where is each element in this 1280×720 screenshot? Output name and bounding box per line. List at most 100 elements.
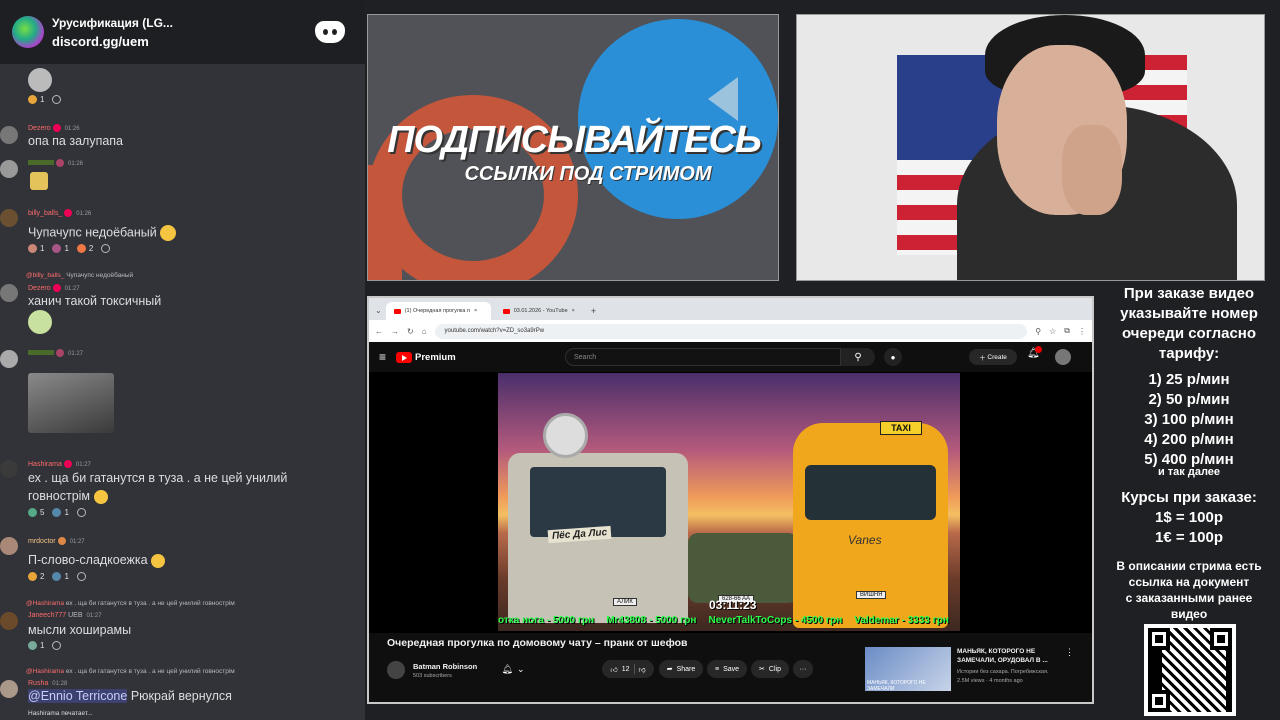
close-icon[interactable]: × [474, 308, 477, 314]
order-instructions: При заказе видео указывайте номер очереди … [1120, 285, 1258, 362]
banner-headline: ПОДПИСЫВАЙТЕСЬ [387, 119, 762, 161]
username[interactable]: Hashirama 01:27 [28, 460, 91, 468]
clip-button[interactable]: ✂ Clip [751, 660, 789, 678]
avatar[interactable] [0, 460, 18, 478]
username[interactable]: Dezero 01:27 [28, 284, 80, 292]
message-text: @Ennio Terricone Рюкрай вернулся [28, 689, 232, 703]
add-reaction-icon[interactable] [76, 508, 86, 517]
username[interactable]: mrdoctor 01:27 [28, 537, 85, 545]
username[interactable]: Rusha 01:28 [28, 680, 67, 687]
create-button[interactable]: ＋ Create [969, 349, 1017, 365]
channel-name[interactable]: Batman Robinson [413, 662, 477, 671]
thumbs-down-icon[interactable]: 👎︎ [639, 665, 646, 674]
add-reaction-icon[interactable] [52, 641, 62, 650]
scissors-icon: ✂ [759, 666, 765, 673]
username[interactable]: billy_balls_ 01:26 [28, 209, 91, 217]
avatar[interactable] [0, 209, 18, 227]
chat-header: Урусификация (LG... discord.gg/uem [0, 0, 365, 64]
home-icon[interactable]: ⌂ [422, 327, 427, 336]
star-icon[interactable]: ☆ [1049, 327, 1056, 336]
reaction[interactable]: 1 [52, 508, 69, 517]
avatar[interactable] [0, 680, 18, 698]
reaction[interactable]: 2 [76, 244, 93, 253]
tab-youtube-date[interactable]: 03.01.2026 - YouTube × [495, 302, 583, 320]
microphone-icon[interactable]: ● [884, 348, 902, 366]
more-vert-icon[interactable]: ⋮ [1065, 647, 1074, 658]
add-reaction-icon[interactable] [52, 95, 62, 104]
plate: АЛИК [613, 598, 637, 606]
user-mention[interactable]: @Ennio Terricone [28, 689, 128, 703]
tab-list-icon[interactable]: ⌄ [375, 306, 382, 320]
reaction[interactable]: 1 [28, 244, 44, 253]
zoom-icon[interactable]: ⚲ [1035, 327, 1041, 336]
more-actions-button[interactable]: ··· [793, 660, 813, 678]
close-icon[interactable]: × [572, 308, 575, 314]
reply-preview[interactable]: @Hashirama ех . ща би гатанутся в туза .… [26, 600, 235, 607]
username[interactable]: Janeech777 UEB 01:27 [28, 612, 102, 619]
avatar[interactable] [0, 612, 18, 630]
recommended-thumbnail[interactable]: МАНЬЯК, КОТОРОГО НЕ ЗАМЕЧАЛИ [865, 647, 951, 692]
sticker-emoji [30, 172, 48, 190]
subscription-bell-button[interactable]: 🔔︎ ⌄ [497, 660, 529, 678]
reaction[interactable]: 1 [28, 95, 44, 104]
message-text: говнострім [28, 489, 108, 504]
save-icon: ≡ [714, 665, 720, 673]
add-reaction-icon[interactable] [76, 572, 86, 581]
account-avatar[interactable] [1055, 349, 1071, 365]
recommended-channel[interactable]: Истории без сахара. Погребижская. [957, 669, 1049, 675]
youtube-logo-icon[interactable] [396, 351, 413, 363]
bell-icon: 🔔︎ [501, 663, 513, 674]
new-tab-button[interactable]: + [587, 306, 600, 320]
reaction[interactable]: 1 [52, 572, 69, 581]
video-title: Очередная прогулка по домовому чату – пр… [387, 637, 688, 649]
username[interactable]: Dezero 01:26 [28, 124, 80, 132]
hamburger-icon[interactable]: ≡ [379, 350, 386, 364]
recommended-title[interactable]: МАНЬЯК, КОТОРОГО НЕ ЗАМЕЧАЛИ, ОРУДОВАЛ В… [957, 647, 1067, 665]
avatar[interactable] [0, 126, 18, 144]
reply-preview[interactable]: @billy_balls_ Чупачупс недоёбаный [26, 272, 133, 279]
reload-icon[interactable]: ↻ [407, 327, 414, 336]
server-title: Урусификация (LG... [52, 15, 173, 30]
badge-icon [64, 209, 73, 217]
reaction[interactable]: 2 [28, 572, 44, 581]
back-icon[interactable]: ← [375, 327, 383, 336]
search-icon[interactable]: ⚲ [841, 348, 875, 366]
recommended-video[interactable]: МАНЬЯК, КОТОРОГО НЕ ЗАМЕЧАЛИ МАНЬЯК, КОТ… [865, 647, 1075, 692]
avatar[interactable] [0, 350, 18, 368]
username[interactable]: 01:26 [28, 159, 83, 167]
like-button[interactable]: 👍︎ 12 👎︎ [602, 660, 654, 678]
tab-youtube-video[interactable]: (1) Очередная прогулка п × [385, 302, 491, 320]
plate: ВИШНЯ [856, 591, 887, 599]
avatar[interactable] [0, 537, 18, 555]
browser-window: ⌄ (1) Очередная прогулка п × 03.01.2026 -… [367, 296, 1094, 704]
extensions-icon[interactable]: ⧉ [1064, 326, 1070, 336]
badge-icon [56, 159, 64, 167]
add-reaction-icon[interactable] [101, 244, 111, 253]
reply-preview[interactable]: @Hashirama ех . ща би гатанутся в туза .… [26, 668, 235, 675]
reaction[interactable]: 1 [28, 641, 44, 650]
forward-icon[interactable]: → [391, 327, 399, 336]
reaction[interactable]: 5 [28, 508, 44, 517]
search-input[interactable]: Search [565, 348, 841, 366]
subscriber-count: 503 subscribers [413, 672, 452, 679]
url-field[interactable]: youtube.com/watch?v=ZD_so3a9rPw [434, 323, 1028, 339]
menu-icon[interactable]: ⋮ [1078, 327, 1086, 336]
reactions: 1 [28, 95, 62, 104]
attached-image[interactable] [28, 373, 114, 433]
reactions: 5 1 [28, 508, 86, 517]
save-button[interactable]: ≡ Save [707, 660, 747, 678]
tank [688, 533, 798, 603]
username[interactable]: 01:27 [28, 349, 83, 357]
webcam-feed [796, 14, 1265, 281]
channel-avatar[interactable] [387, 661, 405, 679]
tab-bar: ⌄ (1) Очередная прогулка п × 03.01.2026 -… [369, 298, 1092, 320]
youtube-brand[interactable]: Premium [415, 352, 456, 363]
youtube-favicon-icon [502, 308, 510, 314]
video-player[interactable]: Пёс Да Лис TAXI Vanes АЛИК 628-66 AA ВИШ… [369, 372, 1092, 633]
discord-chat-panel: Урусификация (LG... discord.gg/uem 1 Dez… [0, 0, 365, 720]
share-button[interactable]: ➦ Share [659, 660, 703, 678]
avatar[interactable] [0, 284, 18, 302]
avatar[interactable] [0, 160, 18, 178]
reaction[interactable]: 1 [52, 244, 69, 253]
message-text: Чупачупс недоёбаный [28, 225, 177, 241]
